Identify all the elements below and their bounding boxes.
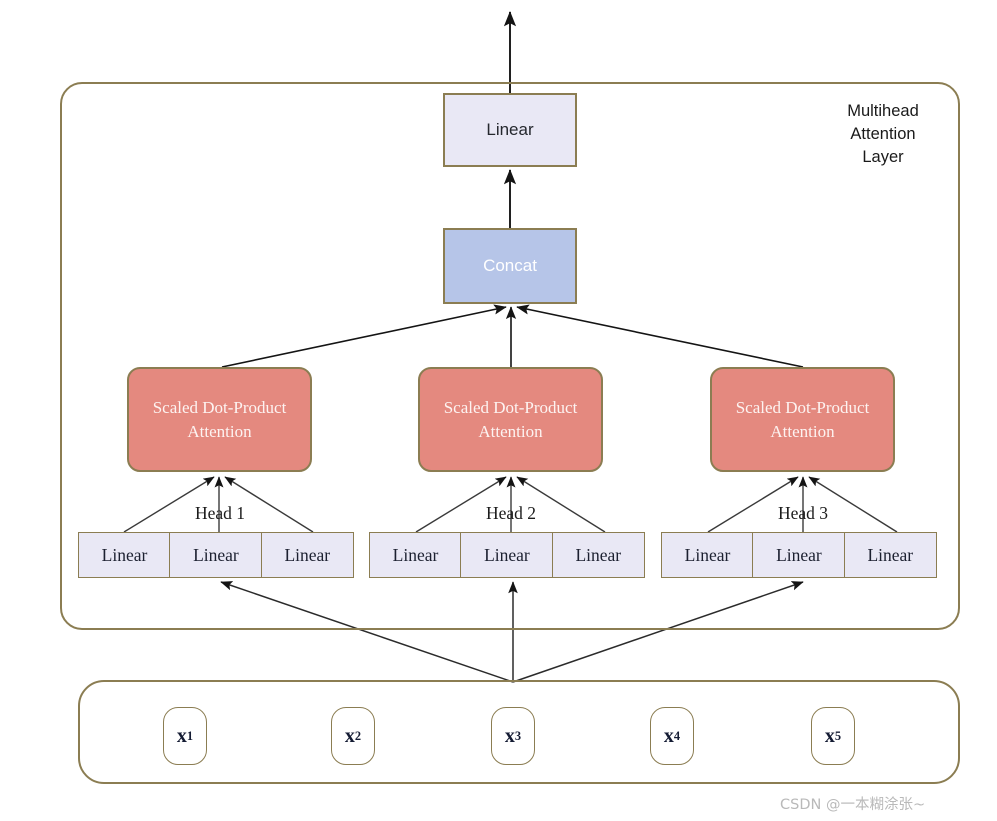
input-token-x1-base: x <box>176 724 187 747</box>
layer-caption-line-3: Layer <box>862 148 904 166</box>
input-token-x1-subscript: 1 <box>186 728 194 743</box>
linear-cell-h3-k[interactable]: Linear <box>752 532 846 578</box>
linear-projection-group-head-1: Linear Linear Linear <box>78 532 354 578</box>
input-token-x4-base: x <box>663 724 674 747</box>
attention-label-line-1: Scaled Dot-Product <box>443 397 578 417</box>
input-token-x3[interactable]: x3 <box>491 707 535 765</box>
scaled-dot-product-attention-head-3[interactable]: Scaled Dot-Product Attention <box>710 367 895 472</box>
input-token-x5-base: x <box>824 724 835 747</box>
head-label-1: Head 1 <box>194 503 246 523</box>
multihead-attention-layer-label: Multihead Attention Layer <box>818 100 948 169</box>
input-token-x1[interactable]: x1 <box>163 707 207 765</box>
attention-label-head-3: Scaled Dot-Product Attention <box>736 396 870 444</box>
linear-cell-h2-v[interactable]: Linear <box>551 532 645 578</box>
input-token-x2-base: x <box>344 724 355 747</box>
attention-label-head-1: Scaled Dot-Product Attention <box>153 396 287 444</box>
linear-output-box[interactable]: Linear <box>443 93 577 167</box>
input-token-x4-subscript: 4 <box>673 728 681 743</box>
attention-label-head-2: Scaled Dot-Product Attention <box>444 396 578 444</box>
attention-label-line-2: Attention <box>770 421 835 441</box>
input-token-x3-subscript: 3 <box>514 728 522 743</box>
linear-cell-h1-v[interactable]: Linear <box>260 532 354 578</box>
attention-label-line-2: Attention <box>187 421 252 441</box>
csdn-watermark: CSDN @一本糊涂张~ <box>780 797 926 813</box>
linear-cell-h2-k[interactable]: Linear <box>460 532 554 578</box>
diagram-canvas: Multihead Attention Layer Linear Concat … <box>0 0 997 821</box>
linear-output-label: Linear <box>486 120 534 139</box>
layer-caption-line-1: Multihead <box>847 102 919 120</box>
linear-projection-group-head-3: Linear Linear Linear <box>661 532 937 578</box>
linear-cell-h3-v[interactable]: Linear <box>843 532 937 578</box>
concat-label: Concat <box>483 256 537 275</box>
linear-cell-h3-q[interactable]: Linear <box>661 532 754 578</box>
head-label-2: Head 2 <box>485 503 537 523</box>
input-token-x2-subscript: 2 <box>354 728 362 743</box>
input-token-x4[interactable]: x4 <box>650 707 694 765</box>
input-token-x5-subscript: 5 <box>834 728 842 743</box>
input-token-x2[interactable]: x2 <box>331 707 375 765</box>
linear-projection-group-head-2: Linear Linear Linear <box>369 532 645 578</box>
layer-caption-line-2: Attention <box>850 125 916 143</box>
concat-box[interactable]: Concat <box>443 228 577 304</box>
linear-cell-h1-q[interactable]: Linear <box>78 532 171 578</box>
scaled-dot-product-attention-head-2[interactable]: Scaled Dot-Product Attention <box>418 367 603 472</box>
attention-label-line-1: Scaled Dot-Product <box>735 397 870 417</box>
scaled-dot-product-attention-head-1[interactable]: Scaled Dot-Product Attention <box>127 367 312 472</box>
input-token-x3-base: x <box>504 724 515 747</box>
linear-cell-h1-k[interactable]: Linear <box>169 532 263 578</box>
attention-label-line-1: Scaled Dot-Product <box>152 397 287 417</box>
input-token-x5[interactable]: x5 <box>811 707 855 765</box>
head-label-3: Head 3 <box>777 503 829 523</box>
attention-label-line-2: Attention <box>478 421 543 441</box>
linear-cell-h2-q[interactable]: Linear <box>369 532 462 578</box>
